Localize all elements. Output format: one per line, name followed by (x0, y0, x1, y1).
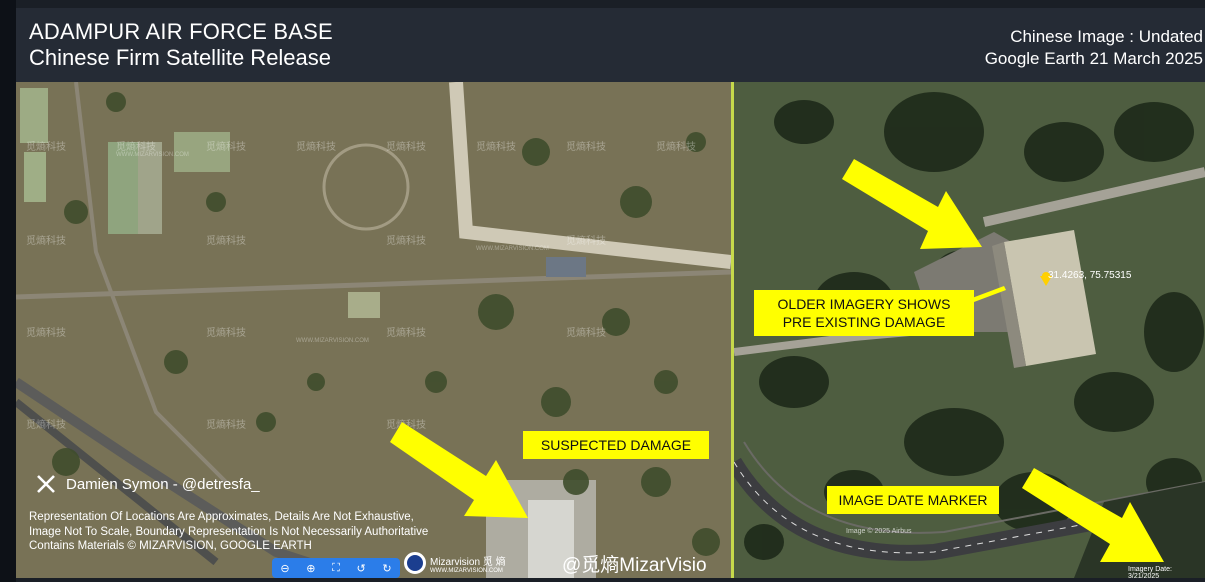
watermark-cn: 觅熵科技 (26, 236, 66, 247)
imagery-date: Imagery Date: 3/21/2025 (1128, 566, 1172, 580)
author-handle: Damien Symon - @detresfa_ (66, 475, 260, 493)
watermark-cn: 觅熵科技 (26, 142, 66, 153)
watermark-cn: 觅熵科技 (26, 328, 66, 339)
watermark-cn: 觅熵科技 (296, 142, 336, 153)
date-marker-arrow (1022, 468, 1164, 562)
watermark-cn: 觅熵科技 (386, 328, 426, 339)
older-imagery-label: OLDER IMAGERY SHOWS PRE EXISTING DAMAGE (754, 290, 974, 336)
x-logo-icon (36, 474, 56, 494)
coordinates-readout: 31.4263, 75.75315 (1048, 270, 1132, 281)
disclaimer-line1: Representation Of Locations Are Approxim… (29, 511, 414, 523)
watermark-url: WWW.MIZARVISION.COM (116, 152, 189, 158)
right-satellite-image: OLDER IMAGERY SHOWS PRE EXISTING DAMAGE … (734, 82, 1205, 578)
author-credit: Damien Symon - @detresfa_ (36, 474, 260, 494)
watermark-cn: 觅熵科技 (386, 236, 426, 247)
mizarvision-logo-url: WWW.MIZARVISION.COM (430, 567, 503, 574)
mizarvision-handle: @觅熵MizarVisio (562, 555, 707, 576)
watermark-cn: 觅熵科技 (656, 142, 696, 153)
chinese-image-date: Chinese Image : Undated (1010, 27, 1203, 46)
header-bar: ADAMPUR AIR FORCE BASE Chinese Firm Sate… (16, 8, 1205, 82)
image-date-marker-label: IMAGE DATE MARKER (827, 486, 999, 514)
rotate-left-icon[interactable]: ↺ (356, 562, 365, 575)
image-credit: Image © 2025 Airbus (846, 528, 912, 535)
zoom-in-icon[interactable]: ⊕ (306, 562, 315, 575)
disclaimer-line3: Contains Materials © MIZARVISION, GOOGLE… (29, 540, 312, 552)
left-satellite-image: 觅熵科技 觅熵科技 觅熵科技 觅熵科技 觅熵科技 觅熵科技 觅熵科技 觅熵科技 … (16, 82, 731, 578)
left-edge-strip (0, 0, 16, 582)
mizarvision-circle-icon (404, 552, 426, 574)
older-imagery-line2: PRE EXISTING DAMAGE (782, 314, 946, 330)
watermark-cn: 觅熵科技 (206, 328, 246, 339)
watermark-url: WWW.MIZARVISION.COM (296, 338, 369, 344)
suspected-damage-label: SUSPECTED DAMAGE (523, 431, 709, 459)
watermark-cn: 觅熵科技 (26, 420, 66, 431)
building-arrow (842, 159, 982, 249)
watermark-cn: 觅熵科技 (566, 142, 606, 153)
watermark-cn: 觅熵科技 (476, 142, 516, 153)
watermark-cn: 觅熵科技 (566, 328, 606, 339)
watermark-cn: 觅熵科技 (116, 142, 156, 153)
rotate-right-icon[interactable]: ↻ (382, 562, 391, 575)
page-title: ADAMPUR AIR FORCE BASE (29, 19, 333, 44)
mizarvision-logo: Mizarvision 觅 熵 WWW.MIZARVISION.COM (404, 552, 506, 574)
zoom-out-icon[interactable]: ⊖ (280, 562, 289, 575)
disclaimer: Representation Of Locations Are Approxim… (29, 510, 428, 554)
mizarvision-logo-text: Mizarvision 觅 熵 (430, 556, 506, 568)
page-subtitle: Chinese Firm Satellite Release (29, 45, 332, 70)
google-earth-date: Google Earth 21 March 2025 (984, 49, 1203, 68)
watermark-cn: 觅熵科技 (206, 142, 246, 153)
disclaimer-line2: Image Not To Scale, Boundary Representat… (29, 525, 429, 538)
frame: ADAMPUR AIR FORCE BASE Chinese Firm Sate… (0, 0, 1205, 582)
watermark-cn: 觅熵科技 (566, 236, 606, 247)
older-imagery-pointer (972, 286, 1006, 302)
older-imagery-line1: OLDER IMAGERY SHOWS (777, 296, 951, 312)
watermark-cn: 觅熵科技 (206, 420, 246, 431)
watermark-cn: 觅熵科技 (386, 142, 426, 153)
watermark-cn: 觅熵科技 (206, 236, 246, 247)
fullscreen-icon[interactable]: ⛶ (332, 562, 340, 575)
map-toolbar: ⊖ ⊕ ⛶ ↺ ↻ (272, 558, 400, 578)
watermark-url: WWW.MIZARVISION.COM (476, 246, 549, 252)
